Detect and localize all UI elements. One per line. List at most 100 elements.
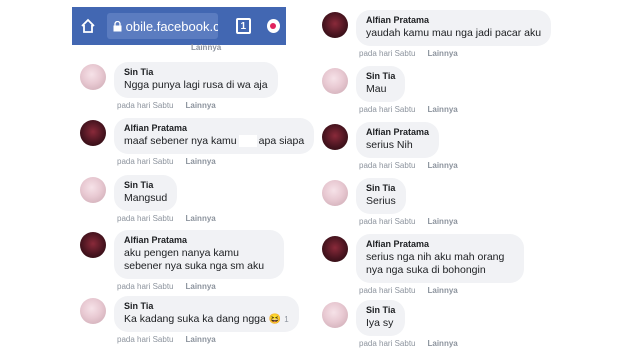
- tab-switcher-button[interactable]: 1: [235, 18, 251, 34]
- message-text: maaf sebener nya kamu apa siapa: [124, 135, 305, 148]
- message-meta: pada hari Sabtu Lainnya: [114, 157, 314, 166]
- lock-icon: [113, 20, 122, 32]
- message-text: Serius: [366, 195, 396, 207]
- message-text: Ngga punya lagi rusa di wa aja: [124, 79, 268, 91]
- message-text: serius Nih: [366, 139, 413, 151]
- sender-name[interactable]: Alfian Pratama: [366, 15, 541, 25]
- message-bubble[interactable]: Sin Tia Serius: [356, 178, 406, 214]
- message-item: Sin Tia Serius pada hari Sabtu Lainnya: [322, 178, 458, 226]
- message-meta: Lainnya: [176, 43, 221, 52]
- message-time: pada hari Sabtu: [359, 217, 416, 226]
- more-link[interactable]: Lainnya: [428, 286, 458, 295]
- more-link[interactable]: Lainnya: [186, 101, 216, 110]
- message-time: pada hari Sabtu: [117, 335, 174, 344]
- sender-name[interactable]: Alfian Pratama: [366, 127, 429, 137]
- avatar[interactable]: [322, 236, 348, 262]
- message-item: Alfian Pratama aku pengen nanya kamu seb…: [80, 230, 284, 291]
- message-item: Sin Tia Ngga punya lagi rusa di wa aja p…: [80, 62, 278, 110]
- avatar[interactable]: [322, 12, 348, 38]
- message-time: pada hari Sabtu: [117, 157, 174, 166]
- avatar[interactable]: [322, 124, 348, 150]
- record-icon[interactable]: [266, 19, 280, 33]
- message-item: Alfian Pratama maaf sebener nya kamu apa …: [80, 118, 315, 166]
- message-bubble[interactable]: Alfian Pratama maaf sebener nya kamu apa …: [114, 118, 315, 154]
- avatar[interactable]: [80, 298, 106, 324]
- message-item: Sin Tia Mau pada hari Sabtu Lainnya: [322, 66, 458, 114]
- address-bar[interactable]: obile.facebook.com: [106, 13, 218, 39]
- sender-name[interactable]: Sin Tia: [366, 305, 395, 315]
- message-bubble[interactable]: Alfian Pratama serius Nih: [356, 122, 440, 158]
- sender-name[interactable]: Sin Tia: [124, 67, 268, 77]
- censor-block: [238, 135, 257, 148]
- sender-name[interactable]: Alfian Pratama: [124, 235, 274, 245]
- message-time: pada hari Sabtu: [359, 339, 416, 348]
- message-bubble[interactable]: Sin Tia Mau: [356, 66, 406, 102]
- message-time: pada hari Sabtu: [117, 214, 174, 223]
- more-link[interactable]: Lainnya: [186, 157, 216, 166]
- more-link[interactable]: Lainnya: [428, 161, 458, 170]
- message-bubble[interactable]: Sin Tia Iya sy: [356, 300, 406, 336]
- avatar[interactable]: [322, 68, 348, 94]
- message-item: Sin Tia Ka kadang suka ka dang ngga 😆 1 p…: [80, 296, 299, 344]
- message-bubble[interactable]: Alfian Pratama yaudah kamu mau nga jadi …: [356, 10, 552, 46]
- more-link[interactable]: Lainnya: [186, 214, 216, 223]
- message-text: Iya sy: [366, 317, 394, 329]
- message-meta: pada hari Sabtu Lainnya: [356, 217, 458, 226]
- message-time: pada hari Sabtu: [359, 161, 416, 170]
- message-meta: pada hari Sabtu Lainnya: [114, 214, 216, 223]
- message-item: Alfian Pratama serius nga nih aku mah or…: [322, 234, 524, 295]
- message-text: Ka kadang suka ka dang ngga 😆 1: [124, 313, 289, 325]
- avatar[interactable]: [80, 64, 106, 90]
- message-meta: pada hari Sabtu Lainnya: [356, 49, 551, 58]
- reaction-count[interactable]: 1: [284, 315, 288, 324]
- message-text: yaudah kamu mau nga jadi pacar aku: [366, 27, 542, 39]
- avatar[interactable]: [80, 177, 106, 203]
- message-meta: pada hari Sabtu Lainnya: [356, 161, 458, 170]
- laughing-emoji-icon: 😆: [268, 314, 282, 325]
- avatar[interactable]: [322, 180, 348, 206]
- message-bubble[interactable]: Sin Tia Ngga punya lagi rusa di wa aja: [114, 62, 278, 98]
- more-link[interactable]: Lainnya: [428, 339, 458, 348]
- message-text: serius nga nih aku mah orang nya nga suk…: [366, 251, 505, 276]
- message-time: pada hari Sabtu: [359, 49, 416, 58]
- avatar[interactable]: [80, 120, 106, 146]
- message-time: pada hari Sabtu: [359, 286, 416, 295]
- message-meta: pada hari Sabtu Lainnya: [114, 101, 278, 110]
- message-bubble[interactable]: Sin Tia Ka kadang suka ka dang ngga 😆 1: [114, 296, 299, 332]
- url-text: obile.facebook.com: [125, 18, 218, 34]
- message-bubble[interactable]: Sin Tia Mangsud: [114, 175, 178, 211]
- sender-name[interactable]: Alfian Pratama: [366, 239, 514, 249]
- message-item: Alfian Pratama yaudah kamu mau nga jadi …: [322, 10, 552, 58]
- sender-name[interactable]: Sin Tia: [366, 183, 396, 193]
- message-time: pada hari Sabtu: [117, 282, 174, 291]
- message-time: pada hari Sabtu: [359, 105, 416, 114]
- sender-name[interactable]: Sin Tia: [124, 301, 289, 311]
- message-item: Sin Tia Iya sy pada hari Sabtu Lainnya: [322, 300, 458, 348]
- sender-name[interactable]: Sin Tia: [366, 71, 395, 81]
- more-link[interactable]: Lainnya: [428, 105, 458, 114]
- message-meta: pada hari Sabtu Lainnya: [356, 339, 458, 348]
- message-time: pada hari Sabtu: [117, 101, 174, 110]
- message-meta: pada hari Sabtu Lainnya: [356, 286, 524, 295]
- sender-name[interactable]: Alfian Pratama: [124, 123, 304, 133]
- message-item: Sin Tia Mangsud pada hari Sabtu Lainnya: [80, 175, 216, 223]
- avatar[interactable]: [322, 302, 348, 328]
- message-meta: pada hari Sabtu Lainnya: [114, 335, 299, 344]
- message-text: aku pengen nanya kamu sebener nya suka n…: [124, 247, 265, 272]
- message-item: Alfian Pratama serius Nih pada hari Sabt…: [322, 122, 458, 170]
- home-icon[interactable]: [78, 15, 99, 37]
- avatar[interactable]: [80, 232, 106, 258]
- message-bubble[interactable]: Alfian Pratama aku pengen nanya kamu seb…: [114, 230, 284, 279]
- more-link[interactable]: Lainnya: [428, 49, 458, 58]
- sender-name[interactable]: Sin Tia: [124, 180, 167, 190]
- more-link[interactable]: Lainnya: [186, 282, 216, 291]
- more-link[interactable]: Lainnya: [186, 335, 216, 344]
- message-meta: pada hari Sabtu Lainnya: [356, 105, 458, 114]
- browser-toolbar: obile.facebook.com 1: [72, 7, 286, 45]
- message-bubble[interactable]: Alfian Pratama serius nga nih aku mah or…: [356, 234, 524, 283]
- message-text: Mangsud: [124, 192, 168, 204]
- message-text: Mau: [366, 83, 387, 95]
- more-link[interactable]: Lainnya: [191, 43, 221, 52]
- message-meta: pada hari Sabtu Lainnya: [114, 282, 284, 291]
- more-link[interactable]: Lainnya: [428, 217, 458, 226]
